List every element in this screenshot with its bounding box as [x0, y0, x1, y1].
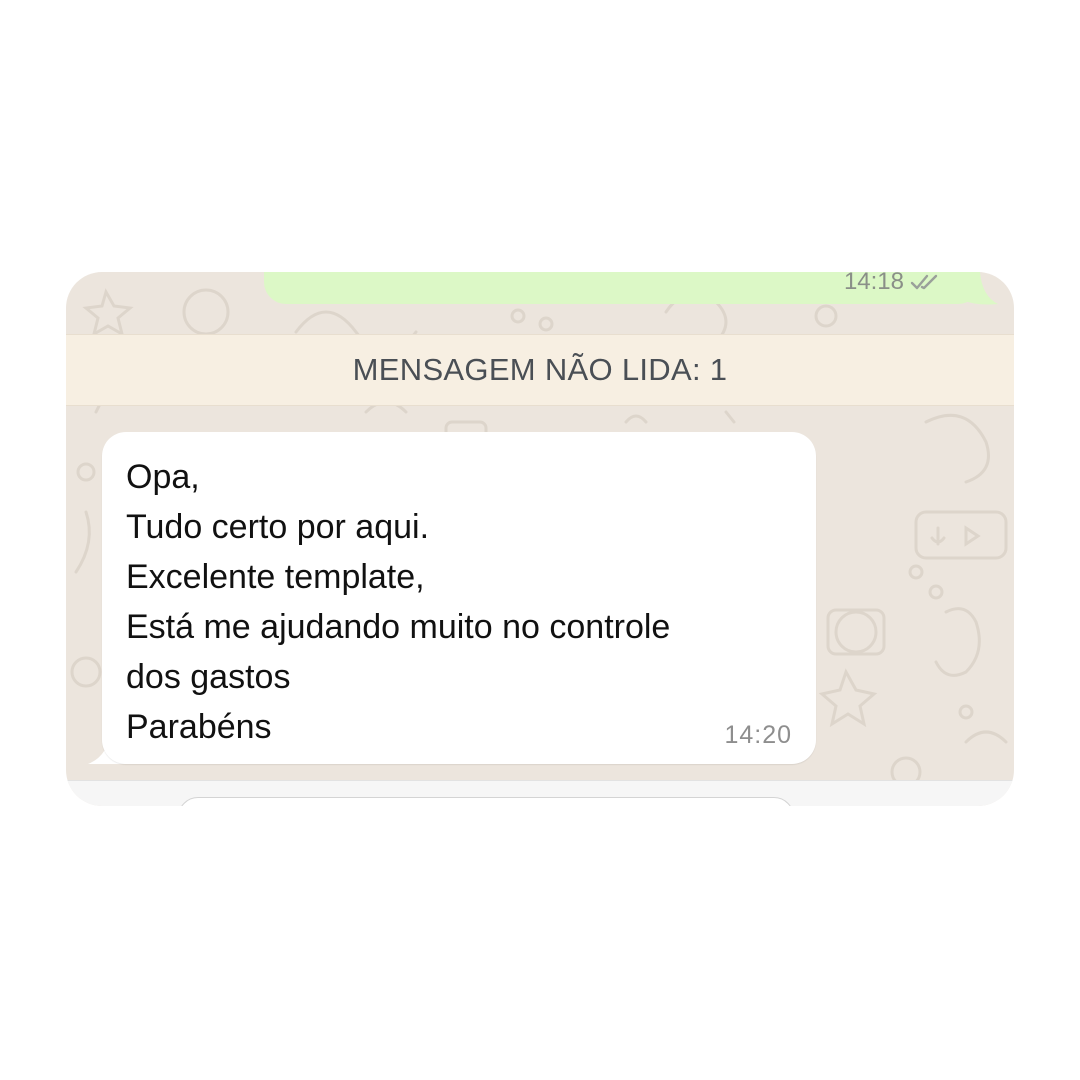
unread-messages-banner: MENSAGEM NÃO LIDA: 1 — [66, 334, 1014, 406]
message-line: Excelente template, — [126, 558, 425, 596]
outgoing-message-bubble[interactable]: 14:18 — [264, 272, 980, 304]
message-input-field[interactable] — [178, 797, 794, 806]
incoming-message-bubble[interactable]: Opa, Tudo certo por aqui. Excelente temp… — [102, 432, 816, 764]
chat-window: 14:18 MENSAGEM NÃO LIDA: 1 Opa, Tudo cer… — [66, 272, 1014, 806]
message-line: Tudo certo por aqui. — [126, 508, 430, 546]
incoming-message-time: 14:20 — [724, 721, 792, 749]
unread-banner-text: MENSAGEM NÃO LIDA: 1 — [352, 352, 728, 387]
message-line: Parabéns — [126, 708, 272, 746]
message-line: dos gastos — [126, 658, 291, 696]
incoming-message-text: Opa, Tudo certo por aqui. Excelente temp… — [126, 452, 670, 752]
message-line: Opa, — [126, 458, 200, 496]
double-check-icon — [910, 274, 938, 290]
outgoing-message-time: 14:18 — [843, 272, 904, 295]
message-input-bar — [66, 780, 1014, 806]
outgoing-bubble-tail — [962, 272, 998, 305]
message-line: Está me ajudando muito no controle — [126, 608, 671, 646]
outgoing-message-meta: 14:18 — [844, 272, 940, 296]
